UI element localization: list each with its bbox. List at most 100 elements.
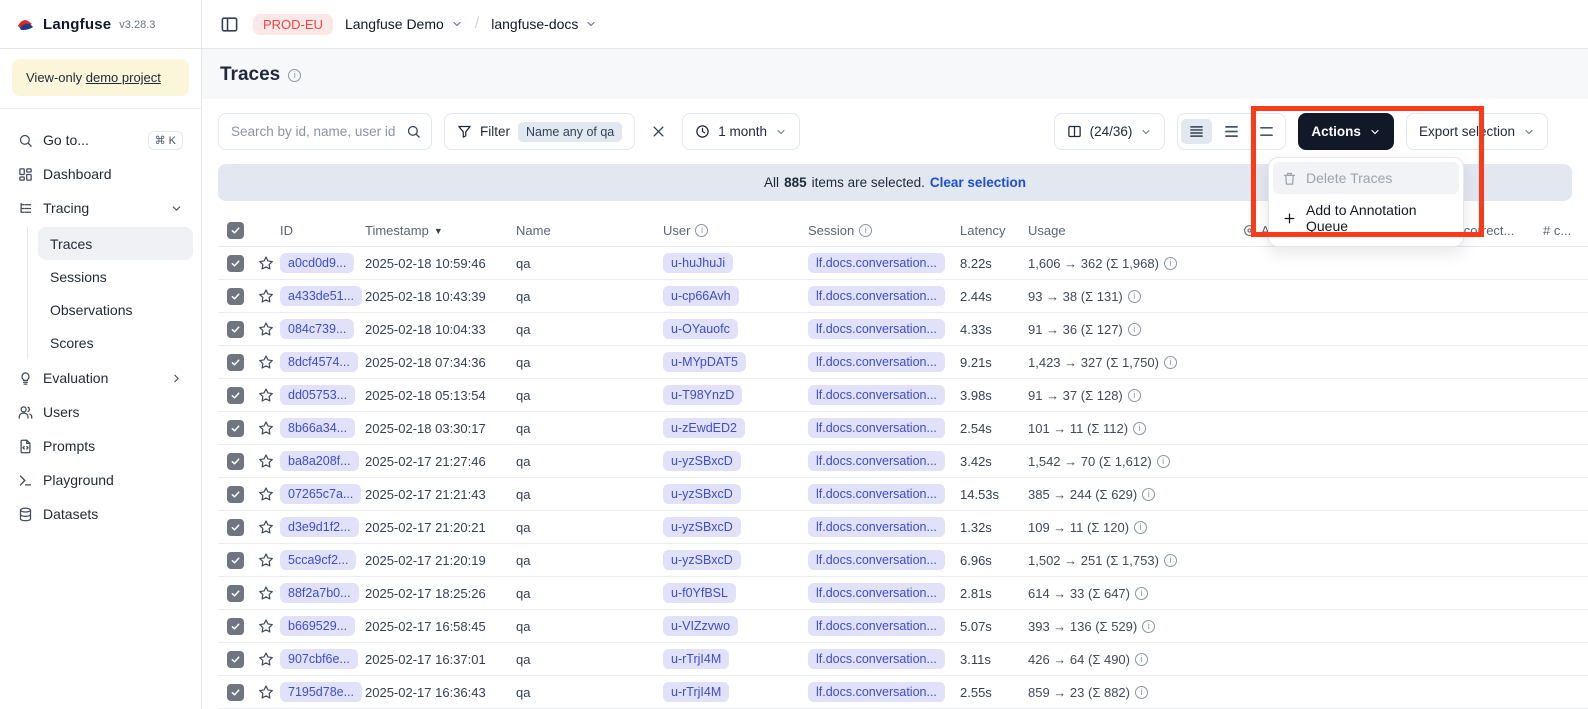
row-checkbox[interactable] <box>227 486 244 503</box>
header-id[interactable]: ID <box>280 223 365 238</box>
sidebar-item-dashboard[interactable]: Dashboard <box>8 157 193 191</box>
favorite-star-icon[interactable] <box>258 486 274 502</box>
session-badge[interactable]: lf.docs.conversation... <box>808 286 945 306</box>
session-badge[interactable]: lf.docs.conversation... <box>808 319 945 339</box>
table-row[interactable]: 5cca9cf2... 2025-02-17 21:20:19 qa u-yzS… <box>218 544 1588 577</box>
session-badge[interactable]: lf.docs.conversation... <box>808 484 945 504</box>
info-icon[interactable]: i <box>1134 521 1147 534</box>
sidebar-item-playground[interactable]: Playground <box>8 463 193 497</box>
select-all-checkbox[interactable] <box>227 222 244 239</box>
time-range-button[interactable]: 1 month <box>682 113 800 150</box>
table-row[interactable]: 907cbf6e... 2025-02-17 16:37:01 qa u-rTr… <box>218 643 1588 676</box>
info-icon[interactable]: i <box>1128 290 1141 303</box>
user-badge[interactable]: u-yzSBxcD <box>663 550 741 570</box>
menu-item-add-to-annotation-queue[interactable]: Add to Annotation Queue <box>1273 194 1459 242</box>
table-row[interactable]: 07265c7a... 2025-02-17 21:21:43 qa u-yzS… <box>218 478 1588 511</box>
trace-id-badge[interactable]: a433de51... <box>280 286 362 306</box>
session-badge[interactable]: lf.docs.conversation... <box>808 583 945 603</box>
favorite-star-icon[interactable] <box>258 387 274 403</box>
trace-id-badge[interactable]: dd05753... <box>280 385 355 405</box>
row-checkbox[interactable] <box>227 651 244 668</box>
session-badge[interactable]: lf.docs.conversation... <box>808 253 945 273</box>
favorite-star-icon[interactable] <box>258 354 274 370</box>
table-row[interactable]: ba8a208f... 2025-02-17 21:27:46 qa u-yzS… <box>218 445 1588 478</box>
search-input[interactable] <box>231 124 398 139</box>
session-badge[interactable]: lf.docs.conversation... <box>808 385 945 405</box>
info-icon[interactable]: i <box>1135 686 1148 699</box>
trace-id-badge[interactable]: 8dcf4574... <box>280 352 358 372</box>
filter-button[interactable]: Filter Name any of qa <box>444 113 635 150</box>
favorite-star-icon[interactable] <box>258 255 274 271</box>
info-icon[interactable]: i <box>1164 554 1177 567</box>
menu-item-delete-traces[interactable]: Delete Traces <box>1273 162 1459 194</box>
row-checkbox[interactable] <box>227 684 244 701</box>
header-latency[interactable]: Latency <box>960 223 1028 238</box>
demo-project-link[interactable]: demo project <box>86 70 161 85</box>
trace-id-badge[interactable]: a0cd0d9... <box>280 253 354 273</box>
info-icon[interactable]: i <box>1142 620 1155 633</box>
trace-id-badge[interactable]: 07265c7a... <box>280 484 361 504</box>
row-checkbox[interactable] <box>227 321 244 338</box>
header-user[interactable]: Useri <box>663 223 808 238</box>
header-extra[interactable]: # c... <box>1543 223 1588 238</box>
info-icon[interactable]: i <box>1135 653 1148 666</box>
favorite-star-icon[interactable] <box>258 552 274 568</box>
favorite-star-icon[interactable] <box>258 321 274 337</box>
user-badge[interactable]: u-yzSBxcD <box>663 451 741 471</box>
session-badge[interactable]: lf.docs.conversation... <box>808 682 945 702</box>
favorite-star-icon[interactable] <box>258 420 274 436</box>
info-icon[interactable]: i <box>1164 257 1177 270</box>
export-selection-button[interactable]: Export selection <box>1406 113 1548 150</box>
row-checkbox[interactable] <box>227 420 244 437</box>
actions-button[interactable]: Actions <box>1298 113 1394 150</box>
user-badge[interactable]: u-T98YnzD <box>663 385 742 405</box>
sidebar-item-evaluation[interactable]: Evaluation <box>8 361 193 395</box>
favorite-star-icon[interactable] <box>258 453 274 469</box>
session-badge[interactable]: lf.docs.conversation... <box>808 550 945 570</box>
table-row[interactable]: d3e9d1f2... 2025-02-17 21:20:21 qa u-yzS… <box>218 511 1588 544</box>
info-icon[interactable]: i <box>695 224 708 237</box>
project-breadcrumb[interactable]: langfuse-docs <box>491 16 597 32</box>
table-row[interactable]: 88f2a7b0... 2025-02-17 18:25:26 qa u-f0Y… <box>218 577 1588 610</box>
row-height-small-icon[interactable] <box>1181 119 1212 144</box>
header-usage[interactable]: Usage <box>1028 223 1243 238</box>
row-checkbox[interactable] <box>227 387 244 404</box>
row-checkbox[interactable] <box>227 618 244 635</box>
header-session[interactable]: Sessioni <box>808 223 960 238</box>
trace-id-badge[interactable]: ba8a208f... <box>280 451 359 471</box>
favorite-star-icon[interactable] <box>258 519 274 535</box>
sidebar-item-prompts[interactable]: Prompts <box>8 429 193 463</box>
favorite-star-icon[interactable] <box>258 651 274 667</box>
trace-id-badge[interactable]: 8b66a34... <box>280 418 355 438</box>
trace-id-badge[interactable]: 907cbf6e... <box>280 649 358 669</box>
session-badge[interactable]: lf.docs.conversation... <box>808 517 945 537</box>
sidebar-item-scores[interactable]: Scores <box>38 326 193 359</box>
favorite-star-icon[interactable] <box>258 585 274 601</box>
info-icon[interactable]: i <box>1128 323 1141 336</box>
favorite-star-icon[interactable] <box>258 288 274 304</box>
header-name[interactable]: Name <box>516 223 663 238</box>
row-checkbox[interactable] <box>227 519 244 536</box>
table-row[interactable]: 084c739... 2025-02-18 10:04:33 qa u-OYau… <box>218 313 1588 346</box>
sidebar-item-traces[interactable]: Traces <box>38 227 193 260</box>
table-row[interactable]: a0cd0d9... 2025-02-18 10:59:46 qa u-huJh… <box>218 247 1588 280</box>
user-badge[interactable]: u-OYauofc <box>663 319 738 339</box>
row-checkbox[interactable] <box>227 255 244 272</box>
trace-id-badge[interactable]: 5cca9cf2... <box>280 550 356 570</box>
row-height-large-icon[interactable] <box>1251 119 1282 144</box>
table-row[interactable]: b669529... 2025-02-17 16:58:45 qa u-VIZz… <box>218 610 1588 643</box>
session-badge[interactable]: lf.docs.conversation... <box>808 451 945 471</box>
row-checkbox[interactable] <box>227 552 244 569</box>
user-badge[interactable]: u-yzSBxcD <box>663 517 741 537</box>
info-icon[interactable]: i <box>1142 488 1155 501</box>
user-badge[interactable]: u-cp66Avh <box>663 286 739 306</box>
user-badge[interactable]: u-zEwdED2 <box>663 418 745 438</box>
table-row[interactable]: 7195d78e... 2025-02-17 16:36:43 qa u-rTr… <box>218 676 1588 709</box>
sidebar-item-observations[interactable]: Observations <box>38 293 193 326</box>
user-badge[interactable]: u-rTrjI4M <box>663 682 729 702</box>
info-icon[interactable]: i <box>1135 587 1148 600</box>
session-badge[interactable]: lf.docs.conversation... <box>808 418 945 438</box>
info-icon[interactable]: i <box>1157 455 1170 468</box>
trace-id-badge[interactable]: 88f2a7b0... <box>280 583 359 603</box>
user-badge[interactable]: u-MYpDAT5 <box>663 352 746 372</box>
